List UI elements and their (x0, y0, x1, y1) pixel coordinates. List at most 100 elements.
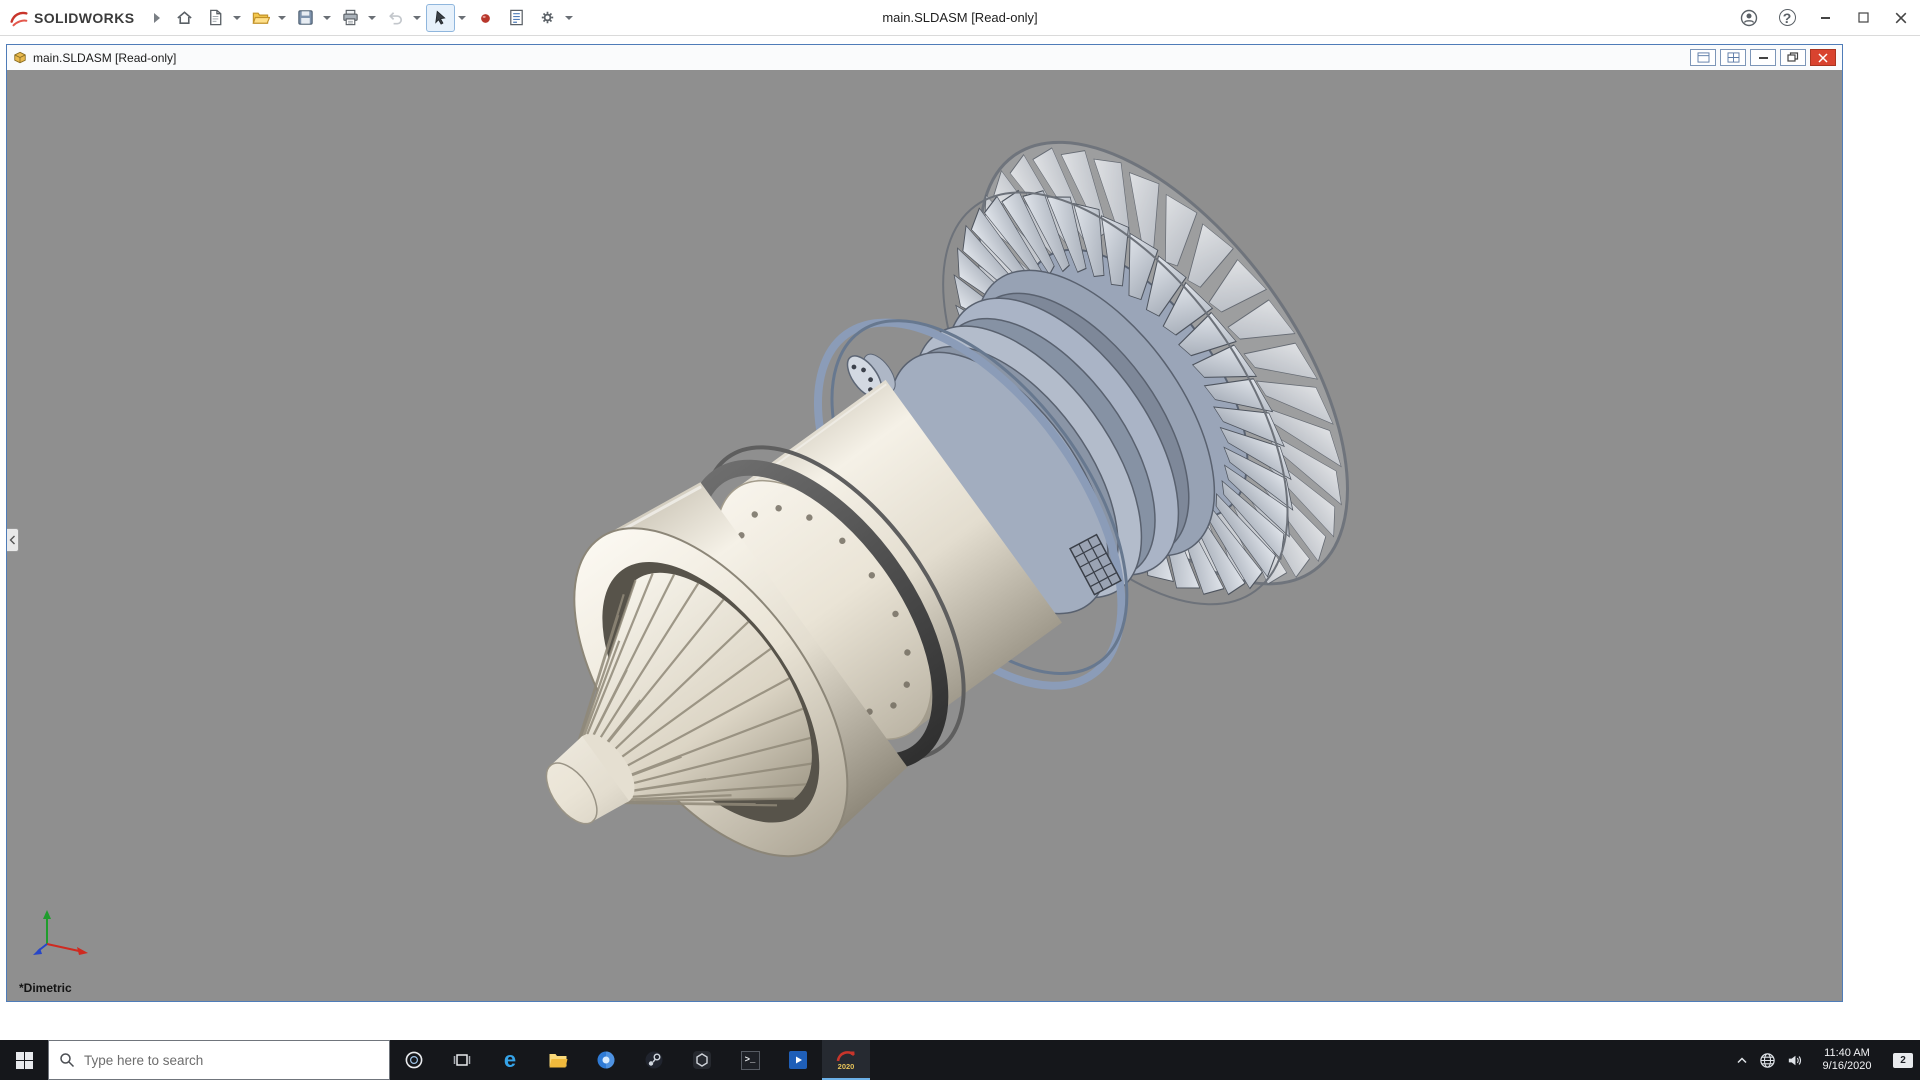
macro-record-button[interactable] (471, 4, 500, 32)
assembly-cube-icon (13, 51, 27, 65)
options-dropdown[interactable] (565, 16, 573, 20)
orientation-triad (29, 906, 99, 961)
open-button[interactable] (246, 4, 275, 32)
search-input[interactable] (84, 1053, 379, 1068)
volume-button[interactable] (1781, 1040, 1808, 1080)
help-button[interactable]: ? (1768, 0, 1806, 36)
app-titlebar: SOLIDWORKS (0, 0, 1920, 36)
save-icon (296, 8, 315, 27)
taskbar-app-solidworks[interactable]: 2020 (822, 1040, 870, 1080)
undo-button[interactable] (381, 4, 410, 32)
print-button[interactable] (336, 4, 365, 32)
account-icon (1739, 8, 1759, 28)
select-cursor-icon (431, 8, 450, 27)
minimize-icon (1821, 17, 1830, 19)
taskbar-app-steam[interactable] (630, 1040, 678, 1080)
doc-close-icon (1818, 53, 1828, 63)
edge-icon: e (504, 1049, 516, 1071)
solidworks-logo: SOLIDWORKS (8, 7, 134, 29)
taskbar-app-terminal[interactable]: >_ (726, 1040, 774, 1080)
options-button[interactable] (533, 4, 562, 32)
macro-record-icon (476, 8, 495, 27)
cortana-button[interactable] (390, 1040, 438, 1080)
doc-minimize-button[interactable] (1750, 49, 1776, 66)
chevron-up-icon (1736, 1056, 1748, 1064)
view-orientation-label: *Dimetric (19, 981, 72, 995)
notification-count-badge: 2 (1893, 1053, 1913, 1068)
search-icon (59, 1052, 75, 1068)
design-report-icon (507, 8, 526, 27)
home-button[interactable] (170, 4, 199, 32)
doc-minimize-icon (1759, 57, 1768, 59)
speaker-icon (1786, 1052, 1803, 1069)
app-close-button[interactable] (1882, 0, 1920, 36)
taskbar-app-media[interactable] (774, 1040, 822, 1080)
taskbar-app-hub[interactable] (678, 1040, 726, 1080)
quad-pane-icon (1727, 52, 1740, 63)
task-view-icon (453, 1051, 471, 1069)
cortana-icon (404, 1050, 424, 1070)
viewport-pane-single-button[interactable] (1690, 49, 1716, 66)
new-document-button[interactable] (201, 4, 230, 32)
engine-3d-model (7, 70, 1842, 1001)
new-document-icon (206, 8, 225, 27)
network-button[interactable] (1754, 1040, 1781, 1080)
new-document-dropdown[interactable] (233, 16, 241, 20)
chevron-left-icon (9, 535, 16, 545)
account-button[interactable] (1730, 0, 1768, 36)
brand-text: SOLIDWORKS (34, 10, 134, 26)
taskbar-app-file-explorer[interactable] (534, 1040, 582, 1080)
save-button[interactable] (291, 4, 320, 32)
hidden-icons-button[interactable] (1730, 1040, 1754, 1080)
document-window: main.SLDASM [Read-only] (6, 44, 1843, 1002)
app-maximize-button[interactable] (1844, 0, 1882, 36)
solidworks-year-badge: 2020 (838, 1063, 855, 1071)
steam-icon (644, 1050, 664, 1070)
solidworks-taskbar-icon (836, 1050, 856, 1063)
print-dropdown[interactable] (368, 16, 376, 20)
tray-date: 9/16/2020 (1823, 1060, 1872, 1073)
close-icon (1895, 12, 1907, 24)
ds-mark-icon (8, 7, 30, 29)
open-folder-icon (251, 8, 270, 27)
undo-dropdown[interactable] (413, 16, 421, 20)
toolbar-expand-chevron-icon[interactable] (154, 13, 160, 23)
app-window-title: main.SLDASM [Read-only] (882, 10, 1037, 25)
open-dropdown[interactable] (278, 16, 286, 20)
save-dropdown[interactable] (323, 16, 331, 20)
file-explorer-icon (548, 1051, 568, 1069)
viewport-pane-quad-button[interactable] (1720, 49, 1746, 66)
taskbar: e (0, 1040, 1920, 1080)
windows-start-icon (16, 1052, 33, 1069)
document-titlebar[interactable]: main.SLDASM [Read-only] (7, 45, 1842, 70)
start-button[interactable] (0, 1040, 48, 1080)
gear-icon (538, 8, 557, 27)
task-view-button[interactable] (438, 1040, 486, 1080)
taskbar-app-browser[interactable] (582, 1040, 630, 1080)
select-tool-dropdown[interactable] (458, 16, 466, 20)
design-report-button[interactable] (502, 4, 531, 32)
browser-icon (596, 1050, 616, 1070)
undo-icon (386, 8, 405, 27)
panel-expand-chevron[interactable] (7, 528, 19, 552)
taskbar-app-edge[interactable]: e (486, 1040, 534, 1080)
taskbar-search-box[interactable] (48, 1040, 390, 1080)
hub-app-icon (692, 1050, 712, 1070)
clock[interactable]: 11:40 AM 9/16/2020 (1808, 1040, 1886, 1080)
maximize-icon (1858, 12, 1869, 23)
help-icon: ? (1779, 9, 1796, 26)
media-app-icon (789, 1051, 807, 1069)
doc-restore-icon (1787, 52, 1799, 63)
doc-close-button[interactable] (1810, 49, 1836, 66)
print-icon (341, 8, 360, 27)
network-globe-icon (1759, 1052, 1776, 1069)
single-pane-icon (1697, 52, 1710, 63)
home-icon (175, 8, 194, 27)
doc-restore-button[interactable] (1780, 49, 1806, 66)
select-tool-button[interactable] (426, 4, 455, 32)
graphics-viewport[interactable]: *Dimetric (7, 70, 1842, 1001)
terminal-icon: >_ (741, 1051, 760, 1070)
notification-center-button[interactable]: 2 (1886, 1040, 1920, 1080)
app-minimize-button[interactable] (1806, 0, 1844, 36)
tray-time: 11:40 AM (1823, 1047, 1872, 1060)
